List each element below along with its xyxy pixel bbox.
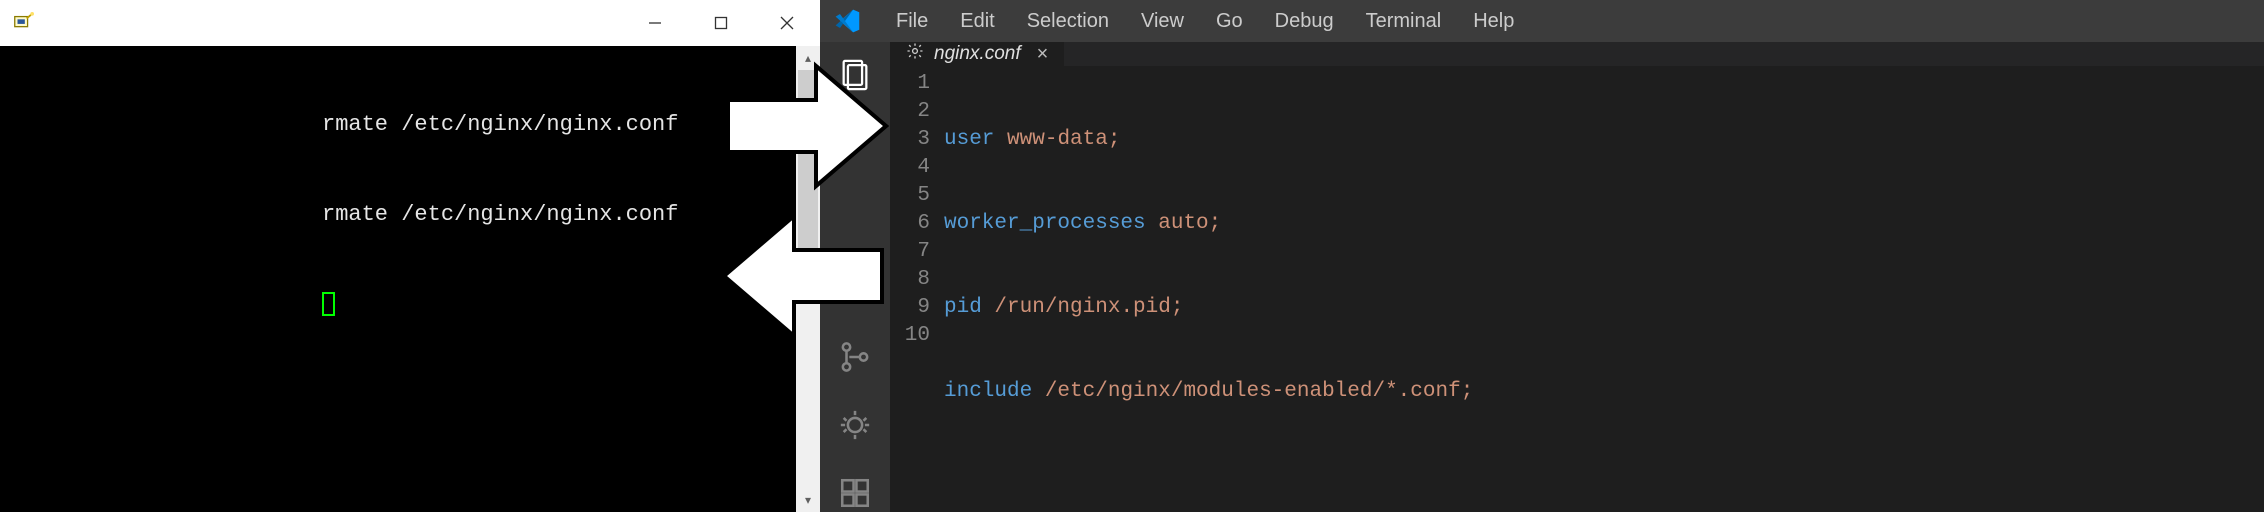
scroll-down-arrow-icon[interactable]: ▾ [796,488,820,512]
tab-label: nginx.conf [934,43,1021,65]
terminal-line: rmate /etc/nginx/nginx.conf [322,200,796,230]
line-number: 6 [890,210,930,238]
vscode-logo-icon [830,4,864,38]
tab-bar: nginx.conf × [890,42,2264,66]
menu-go[interactable]: Go [1202,6,1257,37]
line-number: 2 [890,98,930,126]
code-editor[interactable]: 1 2 3 4 5 6 7 8 9 10 user www-data; work… [890,66,2264,512]
line-number: 9 [890,294,930,322]
menu-debug[interactable]: Debug [1261,6,1348,37]
menubar: File Edit Selection View Go Debug Termin… [820,0,2264,42]
close-button[interactable] [754,0,820,46]
scroll-thumb[interactable] [798,70,818,250]
menu-file[interactable]: File [882,6,942,37]
line-number: 4 [890,154,930,182]
activity-bar [820,42,890,512]
line-number: 7 [890,238,930,266]
extensions-icon[interactable] [836,474,874,512]
terminal-line: rmate /etc/nginx/nginx.conf [322,110,796,140]
terminal-scrollbar[interactable]: ▴ ▾ [796,46,820,512]
code-token: pid [944,296,982,319]
menu-selection[interactable]: Selection [1013,6,1123,37]
menu-help[interactable]: Help [1459,6,1528,37]
code-content[interactable]: user www-data; worker_processes auto; pi… [944,66,2264,512]
menu-terminal[interactable]: Terminal [1352,6,1456,37]
code-token: auto [1158,212,1208,235]
source-control-icon[interactable] [836,338,874,376]
editor-area: nginx.conf × c:› Users› Luc› AppData› Lo… [890,42,2264,512]
line-number-gutter: 1 2 3 4 5 6 7 8 9 10 [890,66,944,512]
code-token: /etc/nginx/modules-enabled/*.conf [1045,380,1461,403]
terminal-cursor [322,292,335,316]
code-token: include [944,380,1032,403]
gear-icon [906,42,924,66]
line-number: 5 [890,182,930,210]
code-token: /run/nginx.pid [994,296,1170,319]
code-token: user [944,128,994,151]
minimize-button[interactable] [622,0,688,46]
line-number: 1 [890,70,930,98]
line-number: 8 [890,266,930,294]
debug-icon[interactable] [836,406,874,444]
terminal-output: rmate /etc/nginx/nginx.conf rmate /etc/n… [322,46,796,512]
code-token: worker_processes [944,212,1146,235]
terminal-left-margin [0,46,322,512]
explorer-icon[interactable] [836,56,874,94]
titlebar[interactable] [0,0,820,46]
putty-icon [12,12,34,34]
maximize-button[interactable] [688,0,754,46]
menu-edit[interactable]: Edit [946,6,1008,37]
line-number: 10 [890,322,930,350]
vscode-window: File Edit Selection View Go Debug Termin… [820,0,2264,512]
terminal-body[interactable]: rmate /etc/nginx/nginx.conf rmate /etc/n… [0,46,820,512]
code-token: www-data [1007,128,1108,151]
putty-window: rmate /etc/nginx/nginx.conf rmate /etc/n… [0,0,820,512]
menu-view[interactable]: View [1127,6,1198,37]
line-number: 3 [890,126,930,154]
tab-close-icon[interactable]: × [1037,43,1049,66]
tab-nginx-conf[interactable]: nginx.conf × [890,42,1064,66]
scroll-up-arrow-icon[interactable]: ▴ [796,46,820,70]
